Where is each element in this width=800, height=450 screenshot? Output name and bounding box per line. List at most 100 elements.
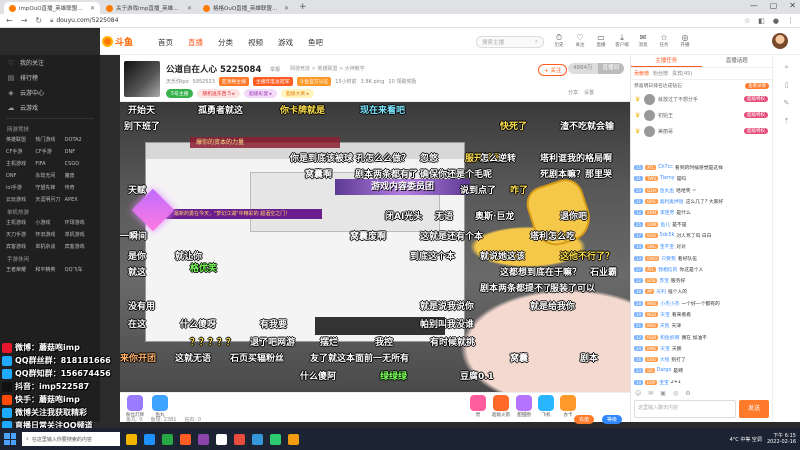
chat-username[interactable]: Dargo	[657, 368, 672, 373]
chat-username[interactable]: 和鱼抓啊	[660, 334, 679, 341]
room-activity-pill[interactable]: 随机送东西 5 ▸	[197, 89, 240, 98]
windows-start-icon[interactable]	[4, 433, 16, 445]
category-link[interactable]: 传奇	[65, 183, 94, 193]
send-button[interactable]: 发送	[739, 400, 769, 418]
category-link[interactable]: 热门游戏	[35, 135, 64, 145]
nav-item[interactable]: 直播	[188, 37, 203, 48]
nav-item[interactable]: 视频	[248, 37, 263, 48]
url-field[interactable]: 🔒︎ douyu.com/5225084	[50, 16, 736, 26]
subtab-fans[interactable]: 粉丝榜	[653, 70, 668, 77]
chat-message[interactable]: 20 G2H 鱼丸鱼 哈哈笑 ~	[631, 185, 773, 196]
message-icon[interactable]: ✉	[648, 390, 653, 397]
nav-item[interactable]: 首页	[158, 37, 173, 48]
category-link[interactable]: CF手游	[35, 147, 64, 157]
category-link[interactable]: 永劫无间	[35, 171, 64, 181]
taskbar-app-icon[interactable]	[126, 433, 137, 445]
category-link[interactable]: lol手游	[6, 183, 35, 193]
category-link[interactable]: 天涯明月刀	[35, 195, 64, 205]
browser-tab-1[interactable]: impOuO直播_英雄联盟直播_斗... ✕	[4, 2, 100, 14]
chat-username[interactable]: Ch7cc	[658, 165, 673, 170]
header-history-button[interactable]: ⏱ 历史	[552, 33, 566, 48]
category-link[interactable]: 宾客游戏	[6, 242, 35, 252]
category-link[interactable]: 王者荣耀	[6, 265, 35, 275]
chat-username[interactable]: 宝不宝	[660, 243, 674, 250]
bookmark-star-icon[interactable]: ☆	[744, 17, 750, 25]
chat-username[interactable]: 鱼丸鱼	[660, 187, 674, 194]
settings-button[interactable]: 设置	[584, 89, 594, 96]
header-heart-button[interactable]: ♡ 关注	[573, 33, 587, 48]
menu-dots-icon[interactable]: ⋮	[787, 17, 794, 25]
rank-row[interactable]: ♛ 就放过了不想分手 超级特权	[631, 91, 772, 107]
chat-message[interactable]: 14 5NG 宝不宝 对对	[631, 241, 773, 252]
category-link[interactable]: 天刀手游	[6, 230, 35, 240]
chat-message[interactable]: 19 NGD 天宝 看来看看	[631, 309, 773, 320]
category-link[interactable]: CSGO	[65, 159, 94, 169]
report-link[interactable]: 举报	[270, 66, 280, 73]
forward-icon[interactable]: →	[21, 16, 28, 25]
category-link[interactable]: DNF	[65, 147, 94, 157]
chat-username[interactable]: 李连芳	[660, 209, 674, 216]
chat-message[interactable]: 21 MSX 天凯 天津	[631, 320, 773, 331]
category-link[interactable]: 单机杂谈	[35, 242, 64, 252]
room-activity-pill[interactable]: 超级彩蛋 ▸	[243, 89, 278, 98]
sidebar-item[interactable]: ☁ 云游戏	[0, 100, 100, 115]
category-link[interactable]: 小游戏	[35, 218, 64, 228]
chat-username[interactable]: 只要我	[661, 255, 675, 262]
chat-username[interactable]: 天宝	[660, 345, 670, 352]
search-input[interactable]: 搜索主播 ⌕	[476, 36, 544, 48]
notice-details-button[interactable]: 查看详情	[745, 82, 769, 89]
category-link[interactable]: 守望先锋	[35, 183, 64, 193]
room-activity-pill[interactable]: 5号主播	[166, 89, 194, 98]
feedback-icon[interactable]: ✎	[784, 99, 790, 107]
header-download-button[interactable]: ⤓ 客户端	[615, 33, 629, 48]
video-player[interactable]: 爆你的资本的力量 游戏内容委员团 最新的勇在今天，"梦幻江湖"中精彩的 超酒空之…	[120, 102, 630, 392]
chat-message[interactable]: 15 ATL Ch7cc 看到的时候感觉是这样	[631, 162, 773, 173]
chat-message[interactable]: 11 ORS 奥利奥拌饭 这么几了? 大家好	[631, 196, 773, 207]
nav-item[interactable]: 游戏	[278, 37, 293, 48]
header-message-button[interactable]: ✉ 消息	[636, 33, 650, 48]
level-button[interactable]: 等级	[601, 415, 622, 424]
recharge-button[interactable]: 充值	[573, 415, 594, 424]
tab-streamer-task[interactable]: 主播任务	[631, 55, 702, 67]
minimize-icon[interactable]: —	[750, 1, 758, 10]
room-category-path[interactable]: 网游竞技 > 英雄联盟 > 大神教学	[290, 65, 365, 72]
chat-message[interactable]: 17 KOO 5dc5k 对人骂了吗 白白	[631, 230, 773, 241]
taskbar-app-icon[interactable]	[234, 433, 245, 445]
room-activity-pill[interactable]: 超级大奖 ▸	[281, 89, 315, 98]
chat-username[interactable]: 小杰小杰	[660, 300, 679, 307]
chat-input[interactable]: 这里输入聊天内容	[634, 400, 736, 418]
top-icon[interactable]: ⇡	[784, 117, 790, 125]
collapse-icon[interactable]: »	[784, 63, 788, 71]
chat-message[interactable]: 27 ATL 我相信的 你这是个人	[631, 264, 773, 275]
nav-item[interactable]: 鱼吧	[308, 37, 323, 48]
clock[interactable]: 下午 6:15 2022-02-16	[767, 433, 796, 445]
subtab-vip[interactable]: 贵宾(45)	[672, 70, 692, 77]
category-link[interactable]: APEX	[65, 195, 94, 205]
chat-username[interactable]: 鱼儿	[660, 221, 670, 228]
sidebar-item[interactable]: ◈ 云游中心	[0, 85, 100, 100]
close-icon[interactable]: ✕	[187, 5, 192, 12]
category-heading[interactable]: 网游竞技	[0, 122, 100, 135]
back-icon[interactable]: ←	[6, 16, 13, 25]
chat-message[interactable]: 18 AP 天利 强个人的	[631, 286, 773, 297]
chat-username[interactable]: 奥利奥拌饭	[660, 198, 684, 205]
chat-username[interactable]: 天凯	[660, 322, 670, 329]
chat-message[interactable]: 23 SO Dargo 是啊	[631, 365, 773, 376]
category-link[interactable]: 魔兽	[65, 171, 94, 181]
tab-live-topic[interactable]: 直播话题	[702, 55, 773, 67]
emoji-icon[interactable]: ☺	[635, 390, 641, 397]
header-task-button[interactable]: ☆ 任务	[657, 33, 671, 48]
chat-message[interactable]: 22 EOS 苏宝 服务好	[631, 275, 773, 286]
chat-username[interactable]: Tiemy	[660, 176, 675, 181]
user-avatar[interactable]	[772, 33, 788, 49]
category-link[interactable]: CF手游	[6, 147, 35, 157]
chat-username[interactable]: 大钱	[660, 356, 670, 363]
chat-username[interactable]: 5dc5k	[660, 233, 675, 238]
chat-message[interactable]: 28 MSO 小杰小杰 一个好一个都有的	[631, 298, 773, 309]
browser-tab-2[interactable]: 关于游戏imp直播_英雄联盟直... ✕	[101, 2, 197, 14]
close-icon[interactable]: ✕	[284, 5, 289, 12]
subtab-contribution[interactable]: 贡献榜	[634, 70, 649, 77]
card-icon[interactable]: ▣	[660, 390, 666, 397]
chat-username[interactable]: 天利	[656, 288, 666, 295]
header-live-button[interactable]: ▭ 直播	[594, 33, 608, 48]
